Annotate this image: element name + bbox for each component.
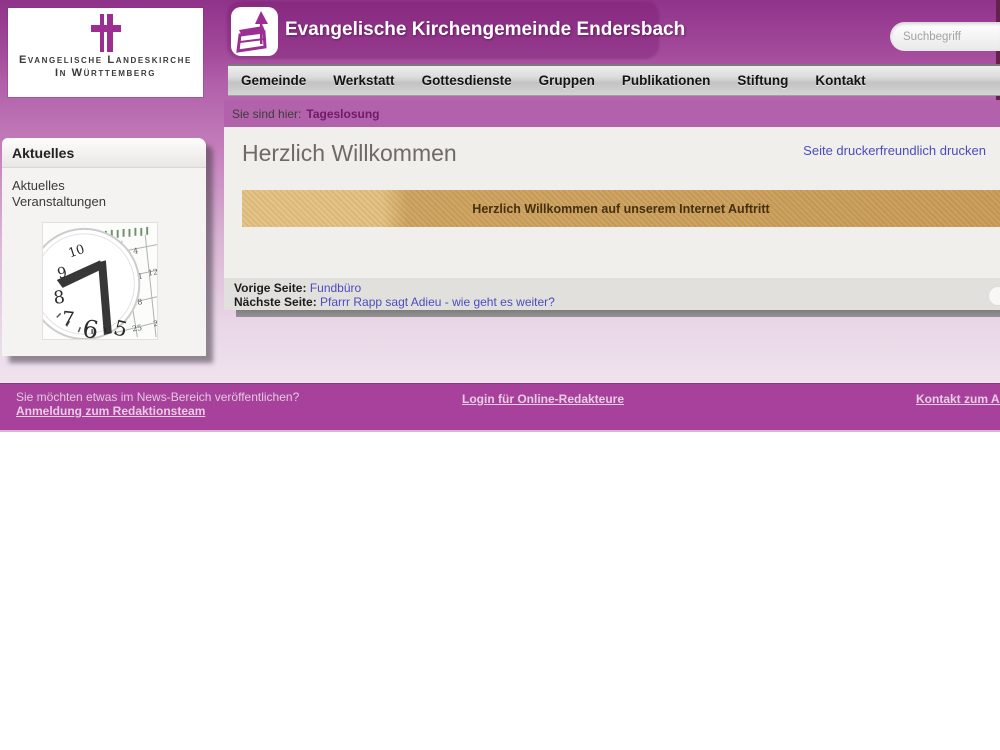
sidebar-aktuelles: Aktuelles Aktuelles Veranstaltungen 4 18… — [2, 138, 206, 356]
nav-item-kontakt[interactable]: Kontakt — [815, 73, 865, 88]
editor-login-link[interactable]: Login für Online-Redakteure — [462, 392, 624, 406]
nav-item-gemeinde[interactable]: Gemeinde — [241, 73, 306, 88]
footer-login-column: Login für Online-Redakteure — [462, 392, 624, 406]
search-input[interactable] — [890, 22, 1000, 51]
landeskirche-name-line2: In Württemberg — [54, 67, 157, 79]
nav-item-publikationen[interactable]: Publikationen — [622, 73, 711, 88]
nav-item-gottesdienste[interactable]: Gottesdienste — [422, 73, 512, 88]
svg-text:26: 26 — [153, 318, 158, 328]
footer-contact-column: Kontakt zum Administrator — [916, 392, 1000, 406]
prev-page-label: Vorige Seite: — [234, 281, 307, 295]
footer: Sie möchten etwas im News-Bereich veröff… — [0, 383, 1000, 432]
breadcrumb-current-page[interactable]: Tageslosung — [306, 107, 379, 121]
sidebar-link-veranstaltungen[interactable]: Veranstaltungen — [12, 194, 196, 210]
site-header: Evangelische Kirchengemeinde Endersbach — [228, 2, 685, 57]
nav-item-werkstatt[interactable]: Werkstatt — [333, 73, 394, 88]
sidebar-link-aktuelles[interactable]: Aktuelles — [12, 178, 196, 194]
site-title: Evangelische Kirchengemeinde Endersbach — [285, 18, 686, 40]
page: Evangelische Landeskirche In Württemberg… — [0, 0, 1000, 750]
page-title: Herzlich Willkommen — [242, 140, 457, 166]
main-navigation: Gemeinde Werkstatt Gottesdienste Gruppen… — [228, 64, 1000, 96]
breadcrumb: Sie sind hier: Tageslosung — [224, 100, 1000, 127]
main-content: Herzlich Willkommen Seite druckerfreundl… — [224, 127, 1000, 310]
landeskirche-logo[interactable]: Evangelische Landeskirche In Württemberg — [8, 8, 203, 97]
pager: Vorige Seite: Fundbüro Nächste Seite: Pf… — [224, 278, 1000, 310]
prev-page-link[interactable]: Fundbüro — [310, 281, 361, 295]
print-page-link[interactable]: Seite druckerfreundlich drucken — [803, 143, 986, 158]
sidebar-links: Aktuelles Veranstaltungen — [2, 168, 206, 210]
sidebar-title: Aktuelles — [2, 138, 206, 168]
clock-calendar-image: 4 11 18 25 12 26 10 9 8 7 6 — [42, 222, 158, 340]
welcome-banner-text: Herzlich Willkommen auf unserem Internet… — [472, 201, 770, 216]
breadcrumb-prefix: Sie sind hier: — [232, 106, 302, 121]
content-drop-shadow — [236, 310, 1000, 317]
pager-prev-row: Vorige Seite: Fundbüro — [234, 281, 1000, 295]
cross-icon — [90, 14, 121, 52]
pager-next-row: Nächste Seite: Pfarrr Rapp sagt Adieu - … — [234, 295, 1000, 309]
church-logo[interactable] — [231, 7, 278, 56]
svg-text:25: 25 — [131, 323, 142, 333]
welcome-banner: Herzlich Willkommen auf unserem Internet… — [242, 190, 1000, 227]
footer-news-column: Sie möchten etwas im News-Bereich veröff… — [16, 391, 299, 418]
next-page-link[interactable]: Pfarrr Rapp sagt Adieu - wie geht es wei… — [320, 295, 555, 309]
admin-contact-link[interactable]: Kontakt zum Administrator — [916, 392, 1000, 406]
nav-item-gruppen[interactable]: Gruppen — [539, 73, 595, 88]
landeskirche-name-line1: Evangelische Landeskirche — [19, 54, 192, 66]
svg-text:12: 12 — [147, 267, 158, 277]
redaktionsteam-signup-link[interactable]: Anmeldung zum Redaktionsteam — [16, 405, 205, 418]
footer-question: Sie möchten etwas im News-Bereich veröff… — [16, 390, 300, 404]
next-page-label: Nächste Seite: — [234, 295, 317, 309]
svg-text:7: 7 — [61, 307, 76, 331]
church-icon — [236, 11, 268, 53]
nav-item-stiftung[interactable]: Stiftung — [737, 73, 788, 88]
